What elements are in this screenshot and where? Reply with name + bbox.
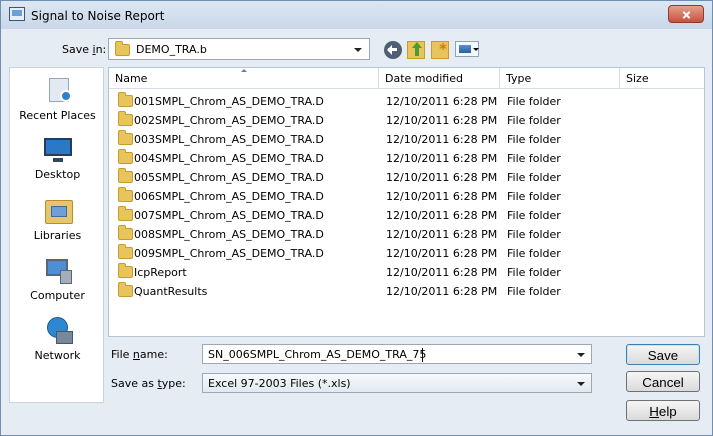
chevron-down-icon bbox=[577, 382, 585, 386]
computer-icon bbox=[41, 255, 75, 286]
file-row[interactable]: 005SMPL_Chrom_AS_DEMO_TRA.D 12/10/2011 6:… bbox=[109, 168, 704, 187]
place-network[interactable]: Network bbox=[10, 315, 105, 362]
folder-icon bbox=[118, 92, 133, 107]
file-row[interactable]: 002SMPL_Chrom_AS_DEMO_TRA.D 12/10/2011 6:… bbox=[109, 111, 704, 130]
file-name-label: File name: bbox=[111, 348, 168, 361]
folder-icon bbox=[118, 130, 133, 145]
places-bar: Recent Places Desktop Libraries Computer… bbox=[9, 67, 104, 403]
sort-up-icon bbox=[241, 69, 247, 72]
folder-icon bbox=[118, 225, 133, 240]
save-dialog: Signal to Noise Report Save in: DEMO_TRA… bbox=[0, 0, 713, 436]
folder-icon bbox=[118, 244, 133, 259]
place-computer[interactable]: Computer bbox=[10, 255, 105, 302]
libraries-icon bbox=[41, 195, 75, 226]
place-recent-places[interactable]: Recent Places bbox=[10, 75, 105, 122]
save-in-value: DEMO_TRA.b bbox=[136, 43, 207, 56]
save-button[interactable]: Save bbox=[626, 344, 700, 365]
views-menu-icon[interactable] bbox=[455, 41, 479, 57]
place-libraries[interactable]: Libraries bbox=[10, 195, 105, 242]
save-as-type-label: Save as type: bbox=[111, 377, 186, 390]
title-bar[interactable]: Signal to Noise Report bbox=[1, 1, 712, 29]
text-caret bbox=[422, 348, 423, 362]
place-label: Network bbox=[34, 349, 81, 362]
folder-icon bbox=[118, 168, 133, 183]
desktop-icon bbox=[41, 134, 75, 165]
place-label: Desktop bbox=[34, 168, 81, 181]
folder-icon bbox=[118, 263, 133, 278]
file-name-input[interactable]: SN_006SMPL_Chrom_AS_DEMO_TRA_75 bbox=[202, 344, 592, 364]
folder-icon bbox=[118, 149, 133, 164]
up-folder-icon[interactable] bbox=[407, 41, 425, 59]
place-desktop[interactable]: Desktop bbox=[10, 134, 105, 181]
folder-icon bbox=[115, 41, 130, 56]
close-icon[interactable] bbox=[668, 5, 704, 23]
new-folder-icon[interactable] bbox=[431, 40, 449, 59]
file-row[interactable]: 004SMPL_Chrom_AS_DEMO_TRA.D 12/10/2011 6:… bbox=[109, 149, 704, 168]
file-list[interactable]: Name Date modified Type Size 001SMPL_Chr… bbox=[108, 67, 705, 337]
file-row[interactable]: IcpReport 12/10/2011 6:28 PM File folder bbox=[109, 263, 704, 282]
save-as-type-dropdown[interactable]: Excel 97-2003 Files (*.xls) bbox=[202, 373, 592, 393]
file-row[interactable]: 006SMPL_Chrom_AS_DEMO_TRA.D 12/10/2011 6:… bbox=[109, 187, 704, 206]
column-header-date-modified[interactable]: Date modified bbox=[379, 68, 500, 89]
place-label: Computer bbox=[30, 289, 85, 302]
file-row[interactable]: 003SMPL_Chrom_AS_DEMO_TRA.D 12/10/2011 6:… bbox=[109, 130, 704, 149]
chevron-down-icon bbox=[354, 48, 362, 52]
file-row[interactable]: 001SMPL_Chrom_AS_DEMO_TRA.D 12/10/2011 6:… bbox=[109, 92, 704, 111]
folder-icon bbox=[118, 187, 133, 202]
network-icon bbox=[41, 315, 75, 346]
file-row[interactable]: 008SMPL_Chrom_AS_DEMO_TRA.D 12/10/2011 6:… bbox=[109, 225, 704, 244]
chevron-down-icon[interactable] bbox=[577, 353, 585, 357]
folder-icon bbox=[118, 111, 133, 126]
place-label: Libraries bbox=[33, 229, 82, 242]
save-in-label: Save in: bbox=[62, 43, 107, 56]
file-row[interactable]: 007SMPL_Chrom_AS_DEMO_TRA.D 12/10/2011 6:… bbox=[109, 206, 704, 225]
file-row[interactable]: 009SMPL_Chrom_AS_DEMO_TRA.D 12/10/2011 6:… bbox=[109, 244, 704, 263]
column-header-name[interactable]: Name bbox=[109, 68, 379, 89]
app-icon bbox=[9, 7, 25, 21]
back-icon[interactable] bbox=[384, 41, 402, 59]
column-header-type[interactable]: Type bbox=[500, 68, 620, 89]
window-title: Signal to Noise Report bbox=[31, 9, 165, 23]
help-button[interactable]: Help bbox=[626, 400, 700, 421]
column-header-size[interactable]: Size bbox=[620, 68, 704, 89]
place-label: Recent Places bbox=[19, 109, 96, 122]
recent-places-icon bbox=[41, 75, 75, 106]
save-in-dropdown[interactable]: DEMO_TRA.b bbox=[108, 38, 370, 60]
file-row[interactable]: QuantResults 12/10/2011 6:28 PM File folde… bbox=[109, 282, 704, 301]
folder-icon bbox=[118, 282, 133, 297]
folder-icon bbox=[118, 206, 133, 221]
cancel-button[interactable]: Cancel bbox=[626, 371, 700, 392]
